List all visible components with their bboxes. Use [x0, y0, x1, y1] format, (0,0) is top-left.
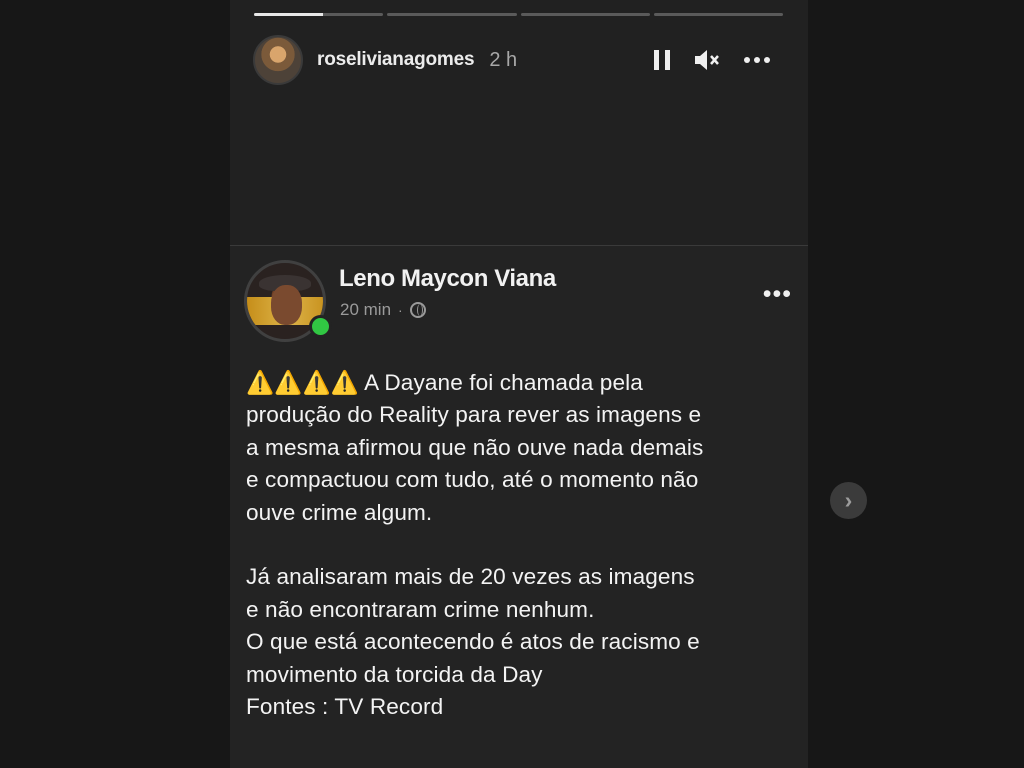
post-meta: 20 min · [340, 300, 426, 320]
story-author-avatar[interactable] [253, 35, 303, 85]
post-message: A Dayane foi chamada pela produção do Re… [246, 370, 704, 720]
shared-post-card: Leno Maycon Viana 20 min · ••• ⚠️⚠️⚠️⚠️ … [230, 245, 808, 768]
story-progress-fill [254, 13, 323, 16]
post-body: ⚠️⚠️⚠️⚠️ A Dayane foi chamada pela produ… [246, 367, 791, 723]
story-header: roselivianagomes 2 h [253, 34, 783, 86]
online-status-indicator [309, 315, 332, 338]
post-more-button[interactable]: ••• [763, 280, 792, 309]
story-viewer: roselivianagomes 2 h Leno Maycon Viana 2… [230, 0, 808, 768]
story-username[interactable]: roselivianagomes [317, 49, 475, 71]
story-progress-segment [653, 13, 783, 16]
warning-icon-group: ⚠️⚠️⚠️⚠️ [246, 370, 359, 395]
right-backdrop [808, 0, 1024, 768]
story-controls [653, 48, 783, 72]
pause-icon[interactable] [653, 48, 671, 72]
more-horizontal-icon[interactable] [743, 56, 771, 64]
muted-speaker-icon[interactable] [693, 48, 721, 72]
story-progress-segment [520, 13, 650, 16]
story-progress-bar [254, 13, 783, 16]
post-time: 20 min [340, 300, 392, 319]
story-progress-segment [254, 13, 384, 16]
meta-separator: · [398, 302, 403, 318]
post-header: Leno Maycon Viana 20 min · ••• [244, 260, 794, 346]
story-progress-segment [387, 13, 517, 16]
globe-icon [409, 302, 426, 318]
avatar-face [271, 285, 302, 325]
next-story-button[interactable]: › [830, 482, 867, 519]
post-author-name[interactable]: Leno Maycon Viana [339, 265, 556, 293]
left-backdrop [0, 0, 230, 768]
story-timestamp: 2 h [489, 48, 518, 71]
